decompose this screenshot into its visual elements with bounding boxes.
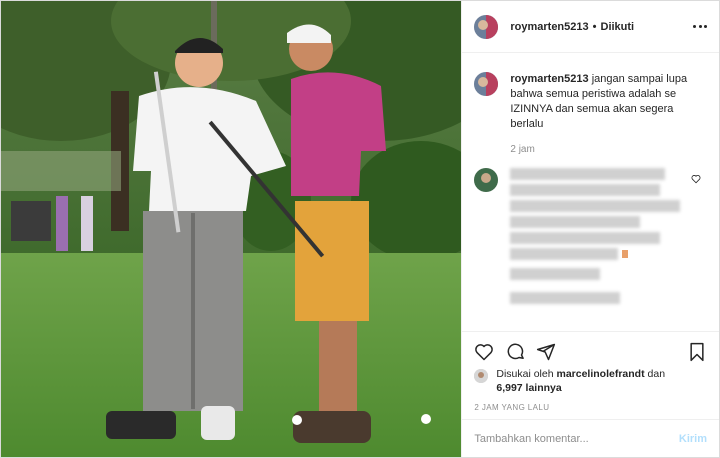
add-comment-bar: Kirim (462, 419, 719, 457)
separator-dot: • (592, 20, 597, 33)
likes-conjunction: dan (647, 368, 666, 380)
comment-icon[interactable] (506, 342, 526, 362)
post-header: roymarten5213 • Diikuti (462, 1, 719, 53)
likes-prefix: Disukai oleh (496, 368, 554, 380)
instagram-post: roymarten5213 • Diikuti roymarten5213 ja… (0, 0, 720, 458)
caption-avatar[interactable] (474, 72, 499, 96)
more-options-icon[interactable] (693, 19, 707, 33)
likes-count[interactable]: 6,997 lainnya (496, 382, 561, 394)
post-timestamp: 2 JAM YANG LALU (474, 403, 550, 412)
caption-time: 2 jam (510, 144, 535, 155)
follow-status-button[interactable]: Diikuti (601, 21, 635, 33)
action-bar (462, 331, 719, 369)
comment-like-icon[interactable] (691, 174, 701, 184)
likes-text: Disukai oleh marcelinolefrandt dan 6,997… (496, 367, 665, 395)
author-avatar[interactable] (474, 14, 499, 39)
blurred-comment (474, 168, 707, 318)
caption: roymarten5213 jangan sampai lupa bahwa s… (462, 54, 719, 132)
commenter-avatar[interactable] (474, 168, 499, 192)
bookmark-icon[interactable] (687, 342, 707, 362)
likes-summary: Disukai oleh marcelinolefrandt dan 6,997… (474, 367, 707, 395)
golf-photo (1, 1, 462, 457)
avatar-image (474, 14, 499, 39)
liker-username[interactable]: marcelinolefrandt (556, 368, 644, 380)
author-username[interactable]: roymarten5213 (510, 21, 588, 33)
avatar-image (474, 168, 499, 192)
post-comment-button[interactable]: Kirim (679, 433, 707, 445)
post-sidebar: roymarten5213 • Diikuti roymarten5213 ja… (461, 1, 719, 457)
caption-text: roymarten5213 jangan sampai lupa bahwa s… (510, 72, 702, 132)
share-icon[interactable] (536, 342, 556, 362)
caption-username[interactable]: roymarten5213 (510, 73, 588, 85)
avatar-image (474, 369, 489, 383)
post-photo[interactable] (1, 1, 462, 457)
comment-input[interactable] (474, 432, 679, 445)
heart-icon[interactable] (474, 342, 494, 362)
liker-avatar[interactable] (474, 369, 489, 383)
comments-section: roymarten5213 jangan sampai lupa bahwa s… (462, 54, 719, 330)
avatar-image (474, 72, 499, 96)
